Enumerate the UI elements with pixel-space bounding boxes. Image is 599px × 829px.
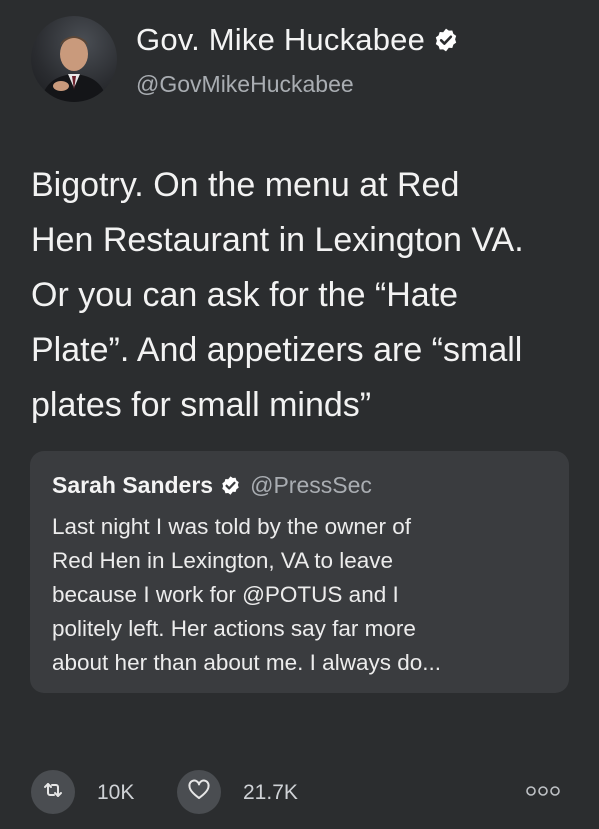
author-name-row: Gov. Mike Huckabee [136,20,459,60]
heart-icon [187,778,211,807]
avatar[interactable] [31,16,117,102]
quoted-text-line: because I work for @POTUS and I [52,582,399,607]
quoted-author-name: Sarah Sanders [52,471,214,498]
like-button[interactable] [177,770,221,814]
verified-badge-icon [433,27,459,53]
retweet-button[interactable] [31,770,75,814]
quoted-text-line: about her than about me. I always do... [52,650,441,675]
quoted-tweet-header: Sarah Sanders @PressSec [52,469,372,501]
tweet-text: Bigotry. On the menu at Red Hen Restaura… [31,158,581,433]
quoted-author-handle: @PressSec [250,471,372,498]
tweet-text-line: Plate”. And appetizers are “small [31,331,523,369]
tweet-text-line: Bigotry. On the menu at Red [31,166,460,204]
quoted-text-line: Red Hen in Lexington, VA to leave [52,548,394,573]
quoted-text-line: politely left. Her actions say far more [52,616,416,641]
tweet-header: Gov. Mike Huckabee @GovMikeHuckabee [31,16,571,102]
author-handle[interactable]: @GovMikeHuckabee [136,71,354,98]
quoted-text-line: Last night I was told by the owner of [52,514,411,539]
author-display-name[interactable]: Gov. Mike Huckabee [136,22,425,58]
quoted-tweet-card[interactable]: Sarah Sanders @PressSec Last night I was… [30,451,569,693]
tweet-text-line: Hen Restaurant in Lexington VA. [31,221,524,259]
like-count: 21.7K [243,781,298,804]
quoted-tweet-text: Last night I was told by the owner of Re… [52,510,557,680]
tweet-text-line: plates for small minds” [31,386,372,424]
tweet-text-line: Or you can ask for the “Hate [31,276,459,314]
retweet-count: 10K [97,781,135,804]
verified-badge-icon [220,475,241,496]
retweet-icon [41,778,65,807]
more-icon[interactable] [525,784,561,798]
action-bar: 10K 21.7K [31,770,571,816]
